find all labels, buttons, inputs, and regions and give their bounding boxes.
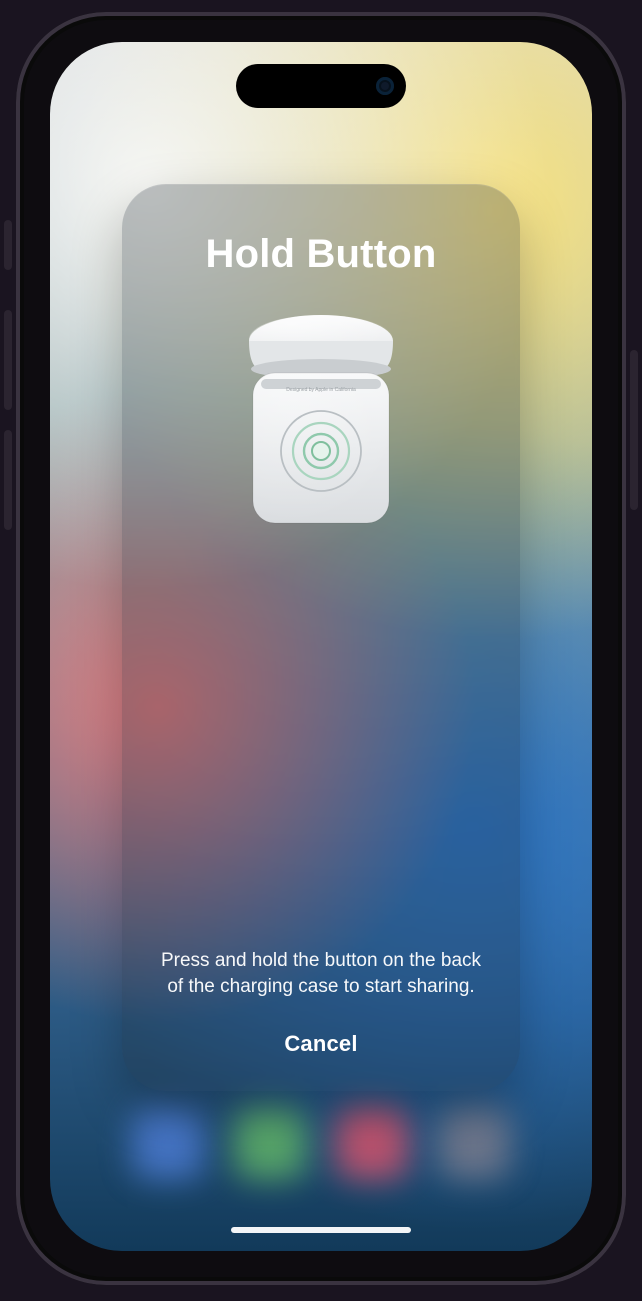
- side-button-ringer: [4, 220, 12, 270]
- dock-app-blur: [132, 1107, 204, 1179]
- cancel-button[interactable]: Cancel: [284, 1031, 357, 1057]
- dock-app-blur: [336, 1107, 408, 1179]
- side-button-vol-up: [4, 310, 12, 410]
- svg-text:Designed by Apple in Californi: Designed by Apple in California: [286, 387, 356, 393]
- side-button-power: [630, 350, 638, 510]
- pairing-modal: Hold Button: [122, 184, 520, 1091]
- screen: Hold Button: [50, 42, 592, 1251]
- airpods-case-icon: Designed by Apple in California: [233, 311, 409, 541]
- iphone-frame: Hold Button: [0, 0, 642, 1301]
- dock-blurred: [132, 1107, 510, 1179]
- dynamic-island: [236, 64, 406, 108]
- bezel: Hold Button: [16, 12, 626, 1285]
- dock-app-blur: [234, 1107, 306, 1179]
- home-indicator[interactable]: [231, 1227, 411, 1233]
- modal-body-text: Press and hold the button on the back of…: [150, 948, 492, 1001]
- modal-title: Hold Button: [205, 232, 436, 277]
- dock-app-blur: [438, 1107, 510, 1179]
- front-camera: [376, 77, 394, 95]
- side-button-vol-down: [4, 430, 12, 530]
